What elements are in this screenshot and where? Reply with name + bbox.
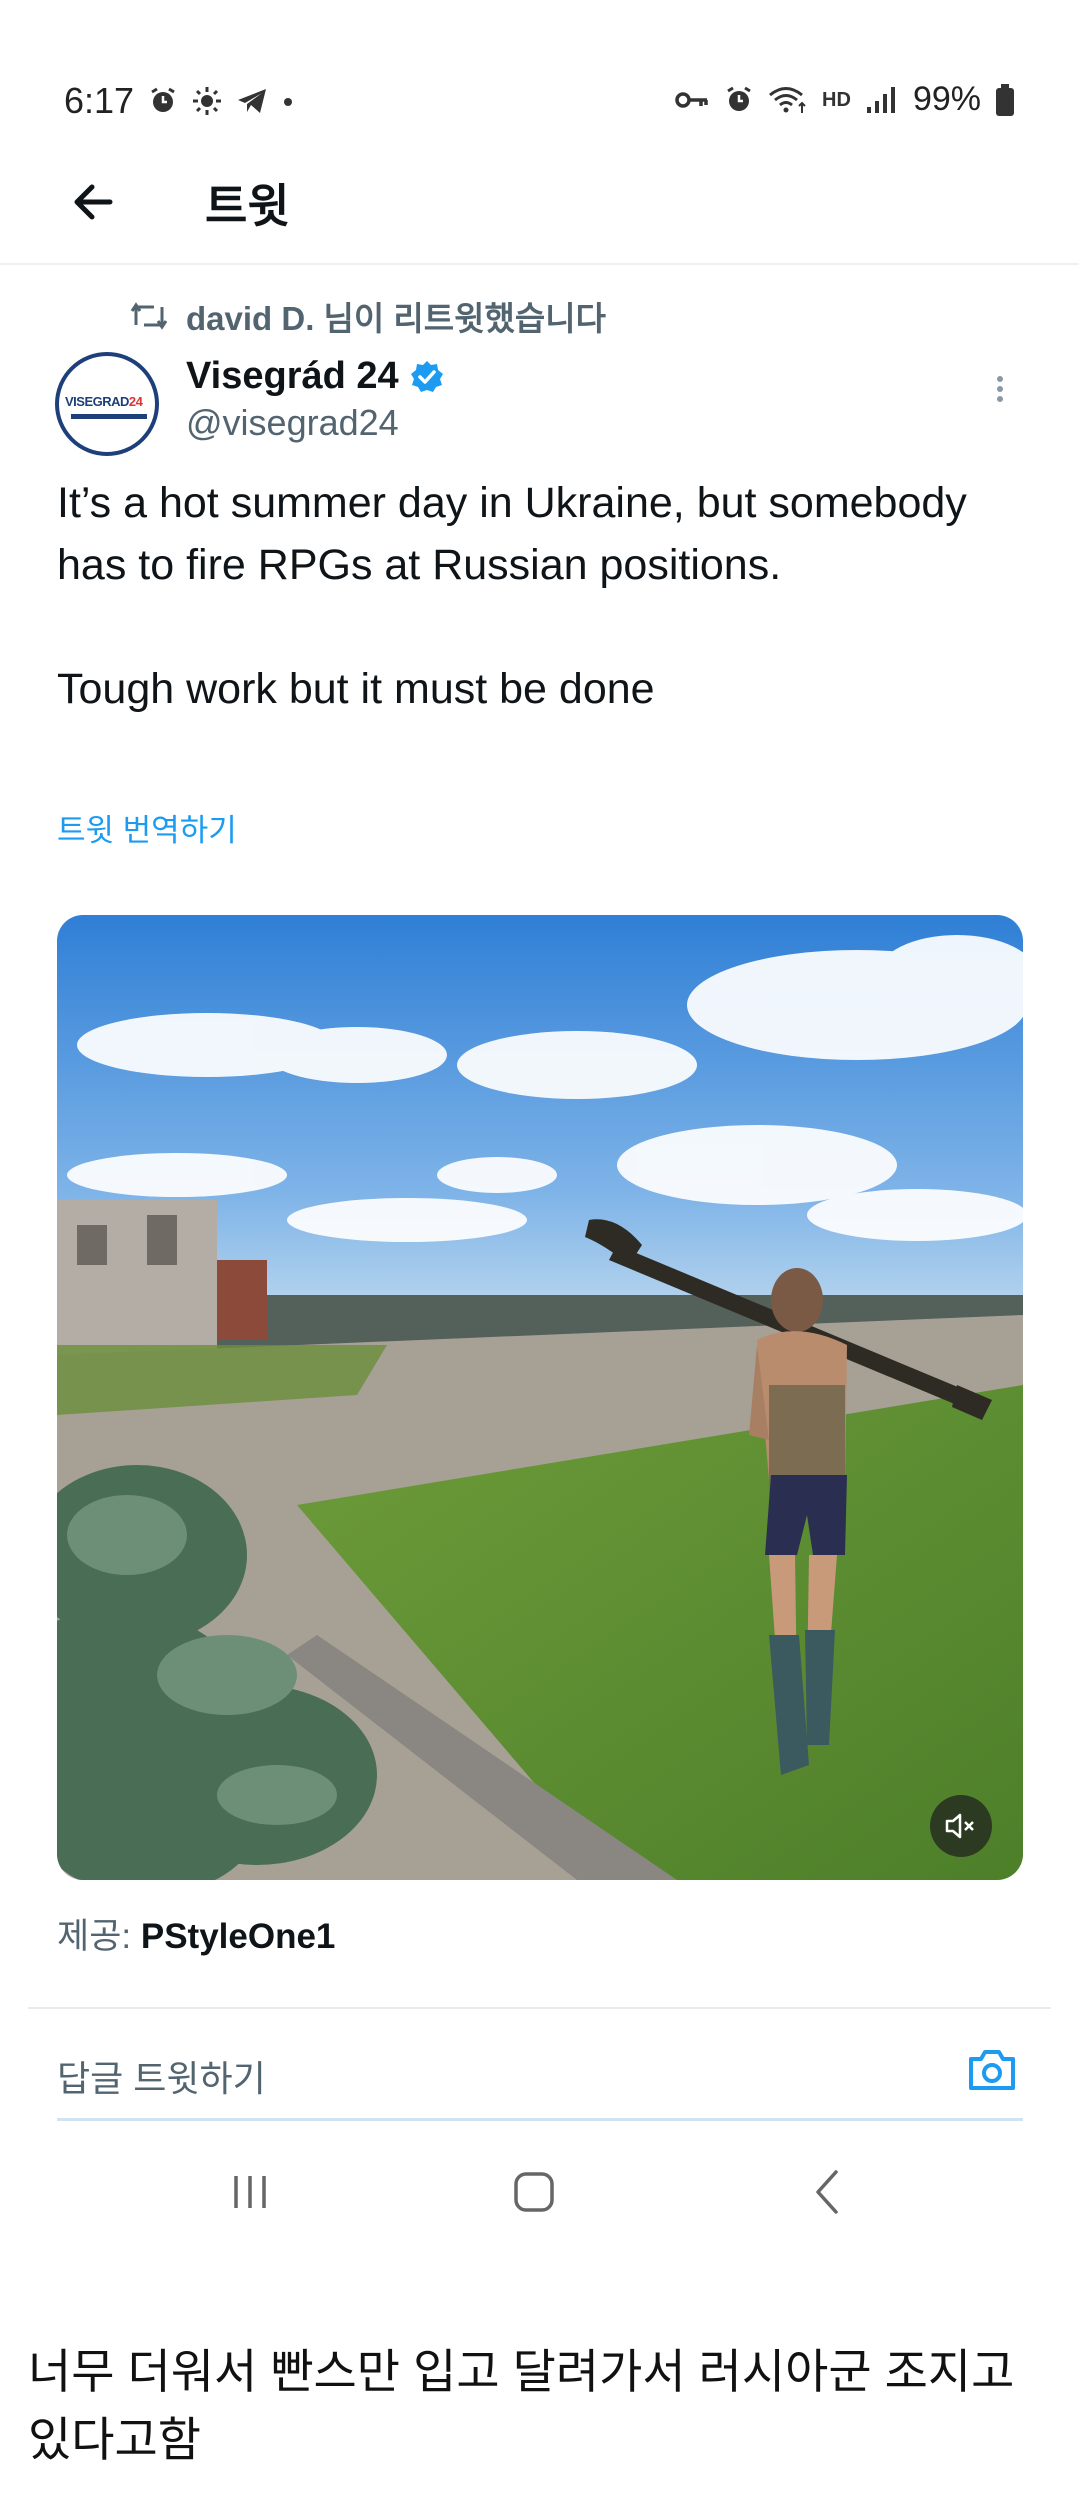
battery-percent: 99% xyxy=(912,80,981,118)
avatar-logo: VISEGRAD24 xyxy=(65,394,143,409)
vpn-key-icon xyxy=(675,91,708,108)
more-dot xyxy=(997,386,1003,392)
home-icon xyxy=(514,2172,554,2212)
media-credit: 제공: PStyleOne1 xyxy=(57,1908,335,1959)
reply-input[interactable]: 답글 트윗하기 xyxy=(57,2050,266,2102)
retweet-icon xyxy=(130,302,168,330)
alarm-icon xyxy=(151,87,175,112)
tweet-text: It’s a hot summer day in Ukraine, but so… xyxy=(57,479,967,713)
more-dot xyxy=(997,396,1003,402)
brightness-icon xyxy=(193,87,222,115)
author-name-row[interactable]: Visegrád 24 xyxy=(186,355,445,398)
recent-apps-icon xyxy=(234,2176,266,2208)
back-button[interactable] xyxy=(66,172,126,232)
more-dot xyxy=(997,376,1003,382)
home-button[interactable] xyxy=(512,2170,556,2214)
arrow-left-icon xyxy=(74,184,113,220)
retweet-indicator[interactable]: david D. 님이 리트윗했습니다 xyxy=(130,292,606,340)
chevron-left-icon xyxy=(816,2170,838,2214)
post-caption: 너무 더워서 빤스만 입고 달려가서 러시아군 조지고 있다고함 xyxy=(28,2345,1015,2466)
volume-muted-icon xyxy=(945,1813,974,1839)
avatar-logo-bar xyxy=(71,414,147,419)
translate-tweet-link[interactable]: 트윗 번역하기 xyxy=(57,805,237,850)
reply-divider xyxy=(57,2118,1023,2121)
retweet-text: david D. 님이 리트윗했습니다 xyxy=(186,300,606,337)
status-left: 6:17 xyxy=(64,80,294,122)
signal-icon xyxy=(866,86,895,113)
wifi-icon xyxy=(769,86,806,113)
dot-icon xyxy=(284,98,293,106)
credit-prefix: 제공: xyxy=(57,1917,132,1956)
camera-icon xyxy=(969,2050,1015,2090)
status-right: HD 99% xyxy=(674,80,1015,119)
header: 트윗 xyxy=(0,150,1079,265)
credit-name[interactable]: PStyleOne1 xyxy=(141,1917,336,1956)
status-time: 6:17 xyxy=(64,80,135,121)
alarm-icon xyxy=(727,86,751,111)
author-handle[interactable]: @visegrad24 xyxy=(186,402,399,444)
battery-icon xyxy=(996,83,1014,116)
divider xyxy=(28,2007,1051,2009)
recent-apps-button[interactable] xyxy=(228,2170,272,2214)
avatar[interactable]: VISEGRAD24 xyxy=(55,352,159,456)
telegram-icon xyxy=(238,89,267,113)
video-thumbnail xyxy=(57,915,1023,1880)
camera-button[interactable] xyxy=(965,2043,1019,2097)
mute-button[interactable] xyxy=(930,1795,992,1857)
tweet-video[interactable] xyxy=(57,915,1023,1880)
author-name: Visegrád 24 xyxy=(186,355,399,397)
status-bar: 6:17 HD 99% xyxy=(0,70,1079,130)
verified-badge-icon xyxy=(410,360,443,392)
more-options-button[interactable] xyxy=(985,372,1015,416)
page-title: 트윗 xyxy=(205,180,290,232)
nav-back-button[interactable] xyxy=(806,2168,850,2216)
hd-voice-label: HD xyxy=(822,88,851,111)
